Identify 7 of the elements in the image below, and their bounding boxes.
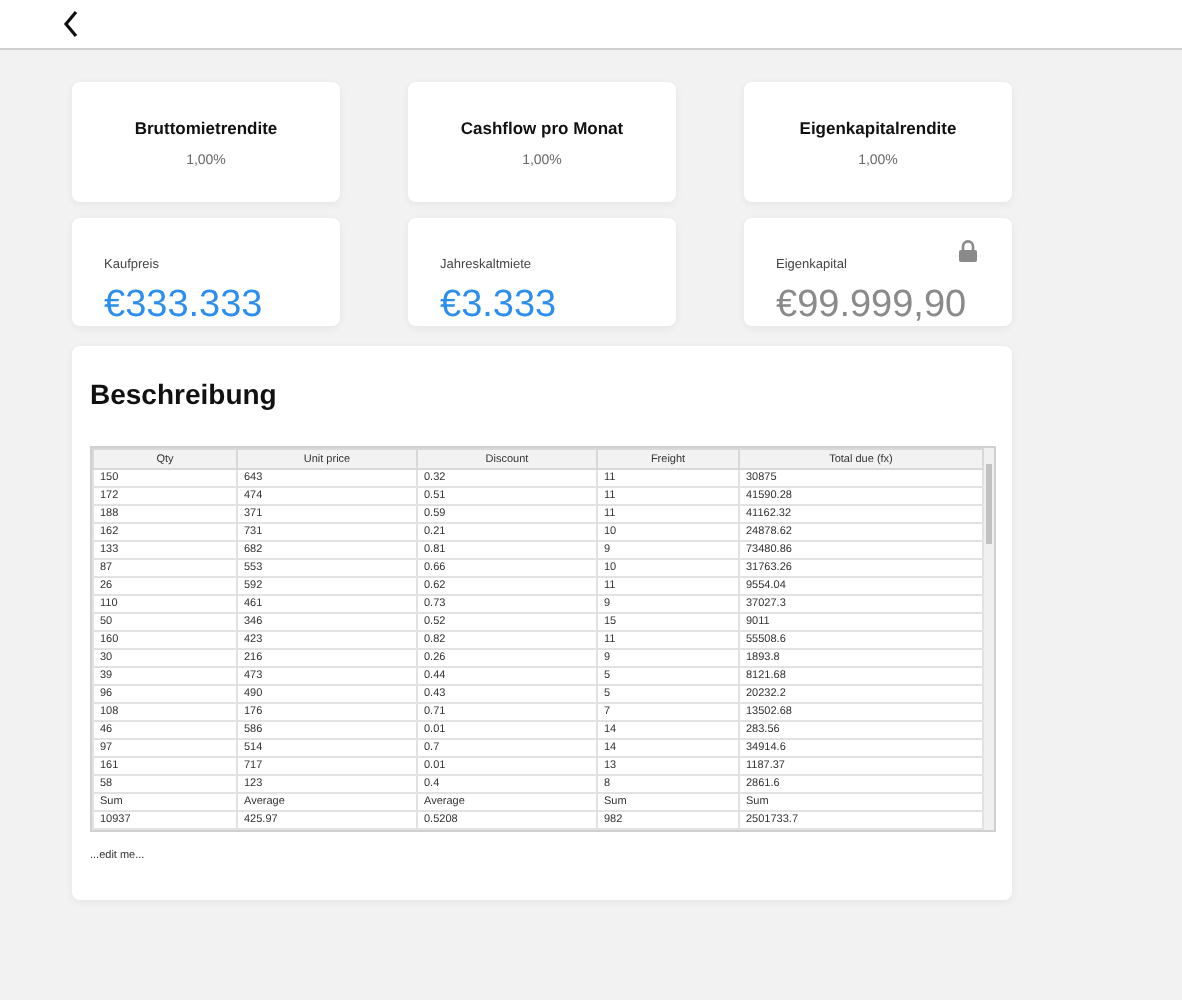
scrollbar[interactable] [984,448,994,830]
metric-title: Bruttomietrendite [134,117,278,137]
back-icon[interactable] [62,10,82,38]
lock-icon [958,240,978,262]
section-title: Beschreibung [90,378,279,410]
metric-title: Eigenkapitalrendite [799,117,957,137]
metric-title: Cashflow pro Monat [460,117,624,137]
